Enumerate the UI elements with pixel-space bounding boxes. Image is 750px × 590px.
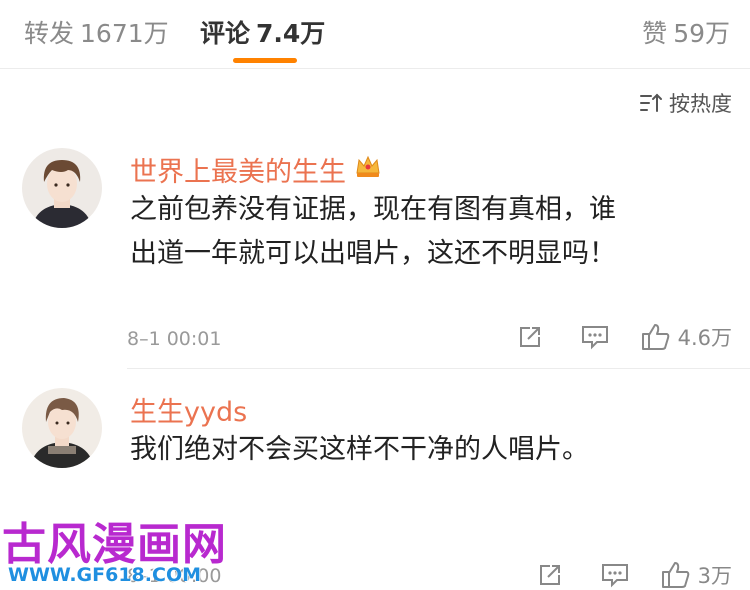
username-text: 生生yyds [130, 397, 248, 428]
like-button[interactable]: 4.6万 [640, 322, 732, 352]
divider [127, 368, 750, 369]
username[interactable]: 世界上最美的生生 [130, 150, 382, 189]
tab-reposts-count: 1671万 [80, 19, 169, 48]
comment-actions: 4.6万 [516, 322, 732, 352]
tab-reposts-label: 转发 [24, 19, 75, 48]
tab-likes[interactable]: 赞 59万 [642, 14, 730, 50]
like-button[interactable]: 3万 [660, 560, 732, 590]
tab-comments-label: 评论 [200, 19, 251, 48]
sort-label: 按热度 [669, 92, 732, 116]
comment-time: 8–1 00:01 [127, 328, 222, 350]
avatar[interactable] [22, 388, 102, 468]
tab-comments[interactable]: 评论 7.4万 [200, 14, 325, 50]
comment-text-line: 我们绝对不会买这样不干净的人唱片。 [130, 434, 589, 465]
sort-icon [639, 92, 663, 114]
comment-text-line: 之前包养没有证据，现在有图有真相，谁 [130, 194, 616, 225]
tab-likes-count: 59万 [673, 19, 730, 48]
sort-button[interactable]: 按热度 [639, 88, 732, 118]
comment-icon [580, 323, 610, 351]
tab-comments-count: 7.4万 [256, 19, 326, 48]
avatar[interactable] [22, 148, 102, 228]
tab-reposts[interactable]: 转发 1671万 [24, 14, 169, 50]
comment-text: 之前包养没有证据，现在有图有真相，谁 出道一年就可以出唱片，这还不明显吗！ [130, 188, 710, 276]
username-text: 世界上最美的生生 [130, 157, 346, 188]
tab-likes-label: 赞 [642, 19, 668, 48]
watermark-url: WWW.GF618.COM [8, 564, 201, 586]
share-button[interactable] [516, 323, 544, 351]
share-icon [516, 323, 544, 351]
reply-button[interactable] [580, 323, 610, 351]
username[interactable]: 生生yyds [130, 390, 247, 429]
watermark-title: 古风漫画网 [2, 519, 227, 570]
thumbs-up-icon [660, 560, 692, 590]
like-count: 3万 [697, 564, 732, 588]
comment-actions: 3万 [536, 560, 732, 590]
comment-text: 我们绝对不会买这样不干净的人唱片。 [130, 428, 710, 472]
like-count: 4.6万 [677, 326, 732, 350]
tab-bar: 转发 1671万 评论 7.4万 赞 59万 [0, 0, 750, 69]
crown-icon [354, 153, 382, 186]
comment-text-line: 出道一年就可以出唱片，这还不明显吗！ [130, 238, 616, 269]
active-tab-indicator [233, 58, 297, 63]
thumbs-up-icon [640, 322, 672, 352]
